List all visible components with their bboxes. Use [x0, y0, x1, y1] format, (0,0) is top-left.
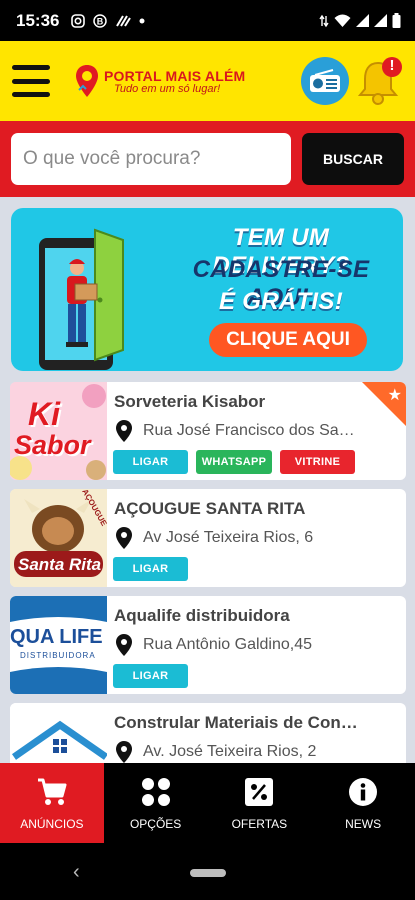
info-icon [349, 778, 378, 806]
map-pin-icon [116, 741, 132, 763]
banner-cta-button[interactable]: CLIQUE AQUI [209, 323, 367, 357]
dot-icon [139, 18, 145, 23]
status-time: 15:36 [16, 10, 60, 30]
listing-title: Sorveteria Kisabor [114, 392, 266, 411]
listing-title: AÇOUGUE SANTA RITA [114, 499, 306, 518]
svg-text:B: B [97, 16, 104, 26]
listing-thumbnail: Ki Sabor [10, 382, 107, 480]
listing-card[interactable]: AÇOUGUE Santa Rita AÇOUGUE SANTA RITA Av… [10, 489, 406, 587]
call-button[interactable]: LIGAR [113, 557, 188, 581]
listing-card[interactable]: Ki Sabor Sorveteria Kisabor Rua José Fra… [10, 382, 406, 480]
nav-anuncios[interactable]: ANÚNCIOS [0, 763, 104, 843]
listing-thumbnail: QUA LIFE DISTRIBUIDORA [10, 596, 107, 694]
logo-tagline: Tudo em um só lugar! [114, 82, 221, 95]
call-button[interactable]: LIGAR [113, 664, 188, 688]
stripe-icon [116, 14, 132, 27]
status-bar: 15:36 B [0, 0, 415, 41]
notification-badge: ! [389, 57, 395, 74]
back-chevron-icon[interactable]: ‹ [73, 861, 80, 884]
listing-address: Av. José Teixeira Rios, 2 [143, 743, 317, 760]
portal-logo[interactable]: PORTAL MAIS ALÉM Tudo em um só lugar! [74, 64, 245, 98]
nav-opcoes[interactable]: OPÇÕES [104, 763, 208, 843]
map-pin-icon [116, 634, 132, 656]
app-header: PORTAL MAIS ALÉM Tudo em um só lugar! ! [0, 41, 415, 121]
percent-icon [245, 778, 274, 806]
cart-icon [37, 778, 67, 805]
banner-free-text: É GRÁTIS! [218, 288, 344, 315]
nav-label: OPÇÕES [129, 817, 182, 831]
thumb-brand-line2: Sabor [14, 430, 91, 460]
wifi-icon [334, 14, 351, 27]
notifications-button[interactable]: ! [357, 55, 404, 107]
listing-address: Rua José Francisco dos Santos [143, 422, 355, 439]
logo-name: PORTAL MAIS ALÉM [104, 67, 246, 84]
whatsapp-button[interactable]: WHATSAPP [196, 450, 272, 474]
listing-thumbnail: AÇOUGUE Santa Rita [10, 489, 107, 587]
bell-icon [357, 57, 402, 105]
thumb-label-bottom: Santa Rita [18, 555, 102, 574]
listing-title: Aqualife distribuidora [114, 606, 290, 625]
listing-title: Constrular Materiais de Construção [114, 713, 360, 732]
listing-address: Av José Teixeira Rios, 6 [143, 529, 314, 546]
radio-button[interactable] [301, 57, 349, 105]
map-pin-icon [116, 420, 132, 442]
listing-address: Rua Antônio Galdino,45 [143, 636, 313, 653]
thumb-brand-line1: QUA LIFE [10, 626, 103, 648]
nav-label: OFERTAS [231, 817, 288, 831]
bottom-navigation: ANÚNCIOS OPÇÕES OFERTAS NEWS [0, 763, 415, 843]
delivery-banner[interactable]: TEM UM DELIVERY? CADASTRE-SE AQUI. É GRÁ… [11, 208, 403, 371]
radio-icon [310, 69, 340, 92]
listing-card[interactable]: QUA LIFE DISTRIBUIDORA Aqualife distribu… [10, 596, 406, 694]
search-input[interactable] [11, 133, 291, 185]
nav-news[interactable]: NEWS [311, 763, 415, 843]
system-navigation-bar: ‹ [0, 843, 415, 900]
call-button[interactable]: LIGAR [113, 450, 188, 474]
data-arrows-icon [319, 14, 329, 27]
nav-label: ANÚNCIOS [20, 817, 84, 831]
hamburger-menu-icon[interactable] [12, 65, 50, 97]
map-pin-logo-icon [76, 65, 98, 97]
signal-icon [374, 14, 387, 27]
storefront-button[interactable]: VITRINE [280, 450, 355, 474]
thumb-brand-line1: Ki [28, 396, 60, 432]
b-badge-icon: B [93, 13, 108, 28]
thumb-brand-line2: DISTRIBUIDORA [20, 651, 96, 660]
nav-label: NEWS [345, 817, 382, 831]
home-pill-button[interactable] [190, 869, 226, 877]
instagram-icon [71, 13, 86, 28]
search-bar: BUSCAR [0, 121, 415, 197]
battery-icon [392, 13, 401, 28]
search-button[interactable]: BUSCAR [302, 133, 404, 185]
nav-ofertas[interactable]: OFERTAS [208, 763, 312, 843]
grid-dots-icon [141, 778, 170, 806]
star-icon: ★ [387, 387, 402, 404]
delivery-illustration [39, 228, 124, 370]
signal-icon [356, 14, 369, 27]
map-pin-icon [116, 527, 132, 549]
